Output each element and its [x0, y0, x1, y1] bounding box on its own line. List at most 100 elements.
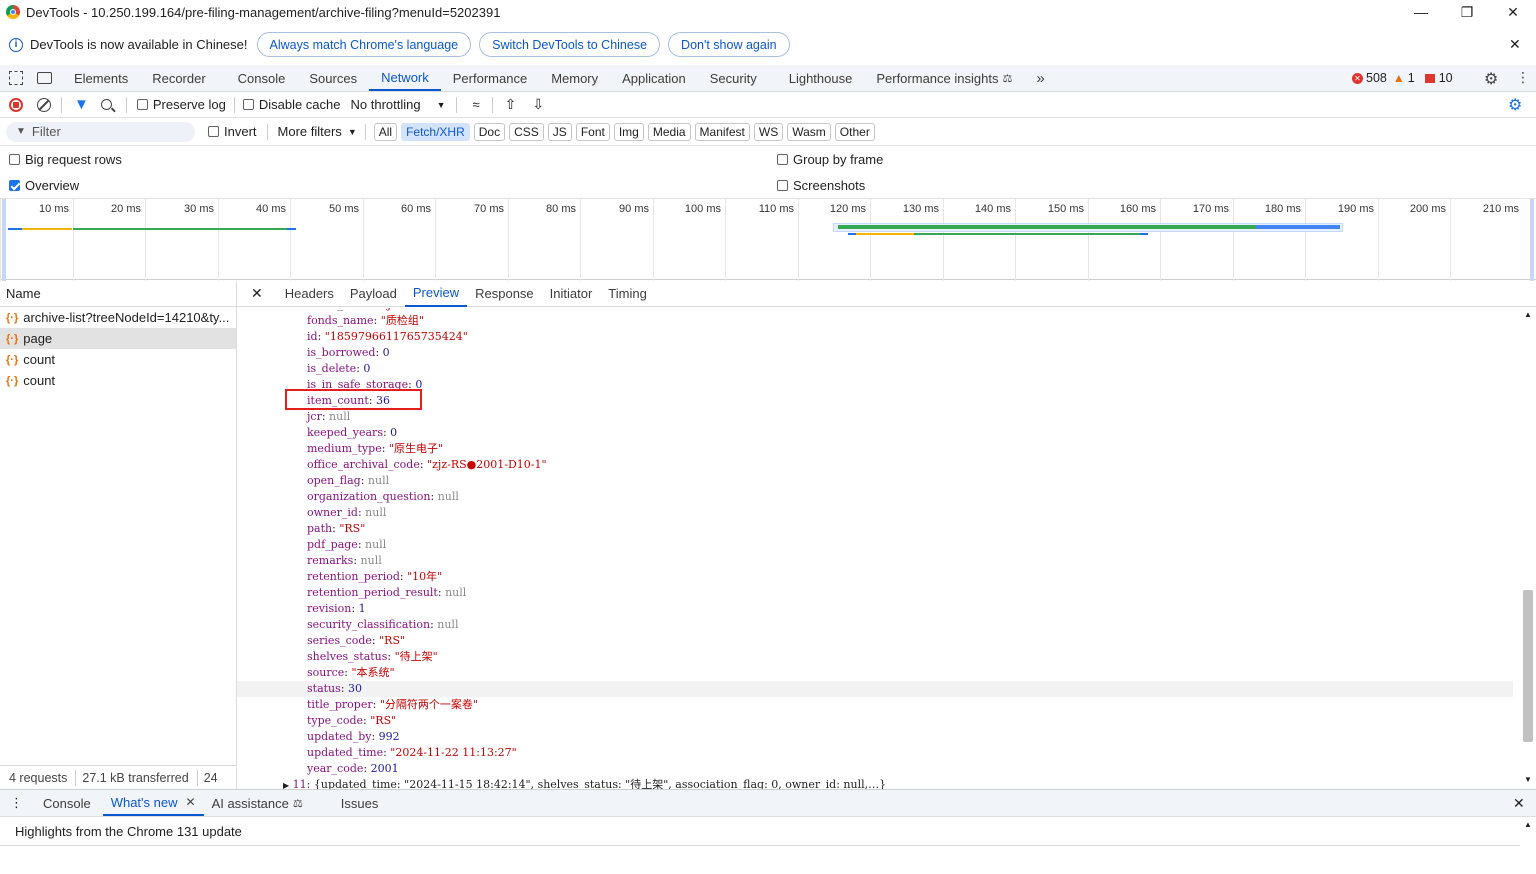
network-overview-timeline[interactable]: 10 ms 20 ms 30 ms 40 ms 50 ms 60 ms 70 m… — [0, 198, 1536, 281]
disable-cache-checkbox[interactable]: Disable cache — [242, 97, 341, 112]
tab-timing[interactable]: Timing — [600, 281, 655, 307]
json-property-row[interactable]: fonds_name: "质检组" — [307, 313, 424, 329]
json-property-row[interactable]: updated_by: 992 — [307, 729, 400, 745]
filter-type-doc[interactable]: Doc — [473, 122, 506, 141]
request-row-selected[interactable]: {·} page — [0, 328, 236, 349]
filter-type-ws[interactable]: WS — [753, 122, 784, 141]
close-drawer-icon[interactable]: ✕ — [1513, 795, 1525, 812]
json-property-row[interactable]: path: "RS" — [307, 521, 365, 537]
tab-security[interactable]: Security — [698, 65, 769, 91]
filter-type-js[interactable]: JS — [547, 122, 572, 141]
drawer-tab-ai-assistance[interactable]: AI assistance ⚖ — [204, 790, 311, 816]
clear-icon[interactable] — [37, 97, 51, 112]
filter-type-other[interactable]: Other — [834, 122, 875, 141]
stop-recording-icon[interactable] — [9, 97, 23, 112]
drawer-tab-whats-new[interactable]: What's new ✕ — [102, 790, 204, 816]
tab-headers[interactable]: Headers — [277, 281, 342, 307]
preserve-log-checkbox[interactable]: Preserve log — [136, 97, 226, 112]
json-property-row[interactable]: updated_time: "2024-11-22 11:13:27" — [307, 745, 517, 761]
filter-type-wasm[interactable]: Wasm — [787, 122, 831, 141]
json-property-row[interactable]: open_flag: null — [307, 473, 389, 489]
json-property-row[interactable]: pdf_page: null — [307, 537, 386, 553]
json-property-row[interactable]: revision: 1 — [307, 601, 366, 617]
request-row[interactable]: {·} archive-list?treeNodeId=14210&ty... — [0, 307, 236, 328]
timeline-left-handle[interactable] — [2, 199, 6, 281]
filter-type-fetch-xhr[interactable]: Fetch/XHR — [401, 122, 470, 141]
json-property-row[interactable]: source: "本系统" — [307, 665, 395, 681]
json-property-row[interactable]: organization_question: null — [307, 489, 459, 505]
network-settings-icon[interactable]: ⚙ — [1508, 95, 1522, 115]
tab-preview[interactable]: Preview — [404, 281, 468, 307]
json-property-row[interactable]: is_delete: 0 — [307, 361, 370, 377]
overview-checkbox[interactable]: Overview — [9, 178, 79, 193]
json-property-row[interactable]: title_proper: "分隔符两个一案卷" — [307, 697, 478, 713]
network-conditions-icon[interactable]: ≈ — [473, 97, 480, 112]
tab-network[interactable]: Network — [369, 65, 441, 91]
dont-show-again-button[interactable]: Don't show again — [668, 32, 790, 57]
tab-sources[interactable]: Sources — [297, 65, 369, 91]
request-row[interactable]: {·} count — [0, 349, 236, 370]
name-column-header[interactable]: Name — [0, 281, 236, 307]
expand-triangle-icon[interactable]: ▶ — [283, 781, 289, 789]
scroll-up-icon[interactable]: ▲ — [1524, 820, 1532, 829]
group-by-frame-checkbox[interactable]: Group by frame — [777, 152, 883, 167]
json-property-row[interactable]: retention_period: "10年" — [307, 569, 442, 585]
json-property-row[interactable]: retention_period_result: null — [307, 585, 466, 601]
close-infobar-icon[interactable]: ✕ — [1509, 36, 1521, 53]
filter-type-css[interactable]: CSS — [509, 122, 544, 141]
json-property-row[interactable]: jcr: null — [307, 409, 350, 425]
invert-checkbox[interactable]: Invert — [208, 124, 257, 139]
customize-menu-icon[interactable]: ⋮ — [1516, 69, 1530, 86]
drawer-menu-icon[interactable]: ⋮ — [10, 795, 23, 811]
scroll-up-icon[interactable]: ▲ — [1524, 310, 1532, 319]
more-filters-dropdown[interactable]: More filters ▼ — [278, 124, 357, 139]
drawer-tab-console[interactable]: Console — [35, 790, 99, 816]
json-property-row[interactable]: office_archival_code: "zjz-RS●2001-D10-1… — [307, 457, 547, 473]
filter-funnel-icon[interactable]: ▼ — [74, 96, 89, 113]
json-property-row[interactable]: id: "1859796611765735424" — [307, 329, 468, 345]
json-property-row[interactable]: remarks: null — [307, 553, 382, 569]
screenshots-checkbox[interactable]: Screenshots — [777, 178, 865, 193]
json-property-row[interactable]: status: 30 — [307, 681, 362, 697]
switch-to-chinese-button[interactable]: Switch DevTools to Chinese — [479, 32, 661, 57]
close-detail-icon[interactable]: ✕ — [251, 285, 263, 302]
big-request-rows-checkbox[interactable]: Big request rows — [9, 152, 122, 167]
json-property-row[interactable]: shelves_status: "待上架" — [307, 649, 438, 665]
tab-payload[interactable]: Payload — [342, 281, 405, 307]
preview-scrollbar[interactable]: ▲ ▼ — [1520, 308, 1536, 789]
filter-type-manifest[interactable]: Manifest — [694, 122, 750, 141]
tab-elements[interactable]: Elements — [62, 65, 140, 91]
filter-type-img[interactable]: Img — [613, 122, 644, 141]
close-window-icon[interactable]: ✕ — [1490, 0, 1536, 24]
search-icon[interactable] — [100, 99, 116, 113]
inspect-element-icon[interactable] — [9, 71, 23, 85]
filter-type-font[interactable]: Font — [575, 122, 610, 141]
tab-recorder[interactable]: Recorder — [140, 65, 217, 91]
json-property-row[interactable]: year_code: 2001 — [307, 761, 399, 777]
timeline-right-handle[interactable] — [1530, 199, 1534, 281]
filter-type-media[interactable]: Media — [647, 122, 691, 141]
json-property-row[interactable]: type_code: "RS" — [307, 713, 396, 729]
tab-application[interactable]: Application — [610, 65, 698, 91]
tab-performance-insights[interactable]: Performance insights ⚖ — [864, 65, 1024, 91]
issues-count[interactable]: 10 — [1439, 71, 1453, 85]
more-tabs-icon[interactable]: » — [1024, 65, 1056, 91]
json-property-row[interactable]: is_borrowed: 0 — [307, 345, 390, 361]
json-property-row[interactable]: series_code: "RS" — [307, 633, 405, 649]
json-property-row[interactable]: medium_type: "原生电子" — [307, 441, 443, 457]
json-property-row[interactable]: keeped_years: 0 — [307, 425, 397, 441]
export-har-icon[interactable]: ⇩ — [532, 96, 544, 113]
tab-initiator[interactable]: Initiator — [542, 281, 601, 307]
tab-lighthouse[interactable]: Lighthouse — [769, 65, 865, 91]
maximize-icon[interactable]: ❐ — [1444, 0, 1490, 24]
close-tab-icon[interactable]: ✕ — [186, 795, 196, 809]
tab-console[interactable]: Console — [218, 65, 298, 91]
settings-gear-icon[interactable]: ⚙ — [1484, 69, 1498, 89]
tab-performance[interactable]: Performance — [441, 65, 539, 91]
collapsed-entry-row[interactable]: ▶ 11: {updated_time: "2024-11-15 18:42:1… — [283, 777, 886, 789]
device-toolbar-icon[interactable] — [37, 72, 52, 84]
drawer-scrollbar[interactable]: ▲ — [1520, 818, 1536, 874]
scrollbar-thumb[interactable] — [1523, 590, 1533, 742]
warning-count[interactable]: 1 — [1408, 71, 1415, 85]
scroll-down-icon[interactable]: ▼ — [1524, 775, 1532, 784]
